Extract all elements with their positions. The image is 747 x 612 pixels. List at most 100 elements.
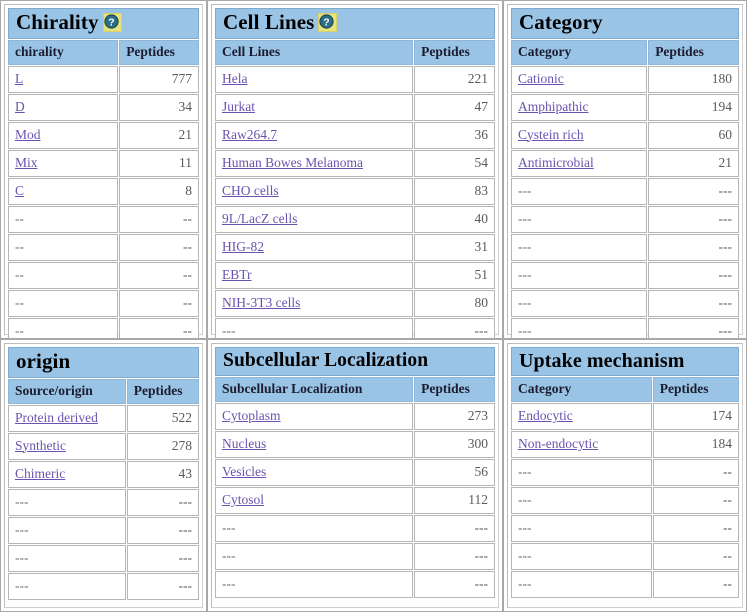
table-row: Antimicrobial 21 [511, 149, 739, 177]
panel-category: Category Category Peptides Cationic 180 Amphi… [503, 0, 747, 339]
column-header-label: chirality [8, 39, 119, 65]
row-label-cell: L [8, 65, 119, 93]
row-peptide-count: 47 [414, 93, 495, 121]
row-label-cell: Raw264.7 [215, 121, 414, 149]
row-label-link[interactable]: Cytosol [222, 492, 264, 507]
row-label-link[interactable]: Hela [222, 71, 247, 86]
row-peptide-count: 60 [648, 121, 739, 149]
row-label-placeholder: --- [222, 575, 236, 591]
statistics-panel-grid: Chirality? chirality Peptides L 777 D 34 Mod 21 M… [0, 0, 747, 612]
row-label-link[interactable]: Protein derived [15, 410, 98, 425]
row-peptide-count: --- [648, 289, 739, 317]
row-label-placeholder: --- [518, 182, 532, 198]
row-label-link[interactable]: EBTr [222, 267, 252, 282]
row-label-placeholder: --- [518, 520, 532, 536]
row-label-link[interactable]: Synthetic [15, 438, 66, 453]
row-label-link[interactable]: Chimeric [15, 466, 65, 481]
table-row: --- --- [511, 261, 739, 289]
row-label-cell: C [8, 177, 119, 205]
row-label-link[interactable]: Nucleus [222, 436, 266, 451]
row-label-link[interactable]: HIG-82 [222, 239, 264, 254]
table-row: -- -- [8, 261, 199, 289]
table-chirality: Chirality? chirality Peptides L 777 D 34 Mod 21 M… [7, 7, 200, 338]
row-label-link[interactable]: Human Bowes Melanoma [222, 155, 363, 170]
panel-title-text: Category [519, 10, 603, 34]
row-label-cell: D [8, 93, 119, 121]
row-label-link[interactable]: 9L/LacZ cells [222, 211, 297, 226]
table-row: C8 [8, 177, 199, 205]
panel-inner-uptake-mechanism: Uptake mechanism Category Peptides Endocyti… [507, 343, 743, 608]
row-label-placeholder-cell: --- [8, 572, 126, 600]
row-label-placeholder-cell: --- [511, 261, 648, 289]
table-row: --- --- [215, 570, 495, 598]
question-mark-help-icon[interactable]: ? [318, 13, 338, 33]
table-row: Jurkat 47 [215, 93, 495, 121]
row-label-link[interactable]: Vesicles [222, 464, 266, 479]
row-peptide-count: 36 [414, 121, 495, 149]
row-label-placeholder-cell: --- [8, 544, 126, 572]
table-row: 9L/LacZ cells 40 [215, 205, 495, 233]
row-label-link[interactable]: Jurkat [222, 99, 255, 114]
row-label-placeholder: --- [15, 577, 29, 593]
column-header-label: Category [511, 39, 648, 65]
table-row: --- -- [511, 515, 739, 543]
row-label-link[interactable]: C [15, 183, 24, 198]
column-header-row: Category Peptides [511, 377, 739, 403]
row-label-link[interactable]: Cytoplasm [222, 408, 281, 423]
row-label-link[interactable]: Amphipathic [518, 99, 589, 114]
row-peptide-count: 8 [119, 177, 199, 205]
row-label-cell: Nucleus [215, 430, 414, 458]
table-row: --- --- [8, 572, 199, 600]
row-label-link[interactable]: NIH-3T3 cells [222, 295, 300, 310]
column-header-label: Source/origin [8, 378, 126, 404]
row-label-placeholder: --- [518, 492, 532, 508]
table-row: L 777 [8, 65, 199, 93]
row-peptide-count: -- [119, 317, 199, 338]
table-uptake-mechanism: Uptake mechanism Category Peptides Endocyti… [510, 346, 740, 599]
table-row: --- --- [8, 544, 199, 572]
row-label-link[interactable]: L [15, 71, 23, 86]
row-label-link[interactable]: Raw264.7 [222, 127, 277, 142]
row-label-link[interactable]: CHO cells [222, 183, 279, 198]
row-peptide-count: --- [414, 542, 495, 570]
column-header-row: Cell Lines Peptides [215, 39, 495, 65]
row-peptide-count: 194 [648, 93, 739, 121]
row-label-placeholder-cell: --- [8, 516, 126, 544]
panel-title-text: Subcellular Localization [223, 350, 429, 371]
row-peptide-count: 21 [648, 149, 739, 177]
question-mark-help-icon[interactable]: ? [102, 13, 122, 33]
row-label-placeholder-cell: -- [8, 289, 119, 317]
row-label-cell: Human Bowes Melanoma [215, 149, 414, 177]
table-row: D 34 [8, 93, 199, 121]
panel-subcellular-localization: Subcellular Localization Subcellular Loca… [207, 339, 503, 612]
row-peptide-count: 43 [126, 460, 199, 488]
row-label-link[interactable]: Mix [15, 155, 38, 170]
panel-origin: origin Source/origin Peptides Protein deriv… [0, 339, 207, 612]
row-label-placeholder-cell: --- [215, 570, 414, 598]
row-label-link[interactable]: Mod [15, 127, 41, 142]
row-peptide-count: 180 [648, 65, 739, 93]
row-peptide-count: -- [652, 543, 739, 571]
row-label-link[interactable]: D [15, 99, 25, 114]
column-header-peptides: Peptides [126, 378, 199, 404]
row-label-cell: Antimicrobial [511, 149, 648, 177]
row-peptide-count: -- [652, 515, 739, 543]
row-label-link[interactable]: Endocytic [518, 408, 573, 423]
row-peptide-count: 522 [126, 404, 199, 432]
panel-inner-subcellular-localization: Subcellular Localization Subcellular Loca… [211, 343, 499, 608]
row-peptide-count: 11 [119, 149, 199, 177]
row-label-link[interactable]: Non-endocytic [518, 436, 598, 451]
row-peptide-count: --- [126, 572, 199, 600]
row-label-cell: Cationic [511, 65, 648, 93]
row-label-link[interactable]: Antimicrobial [518, 155, 594, 170]
row-label-cell: EBTr [215, 261, 414, 289]
row-peptide-count: 112 [414, 486, 495, 514]
column-header-peptides: Peptides [119, 39, 199, 65]
row-peptide-count: 56 [414, 458, 495, 486]
row-label-link[interactable]: Cystein rich [518, 127, 584, 142]
row-peptide-count: 278 [126, 432, 199, 460]
row-label-placeholder-cell: --- [215, 514, 414, 542]
row-label-link[interactable]: Cationic [518, 71, 564, 86]
row-label-placeholder: -- [15, 238, 24, 254]
panel-title-text: origin [16, 349, 71, 373]
